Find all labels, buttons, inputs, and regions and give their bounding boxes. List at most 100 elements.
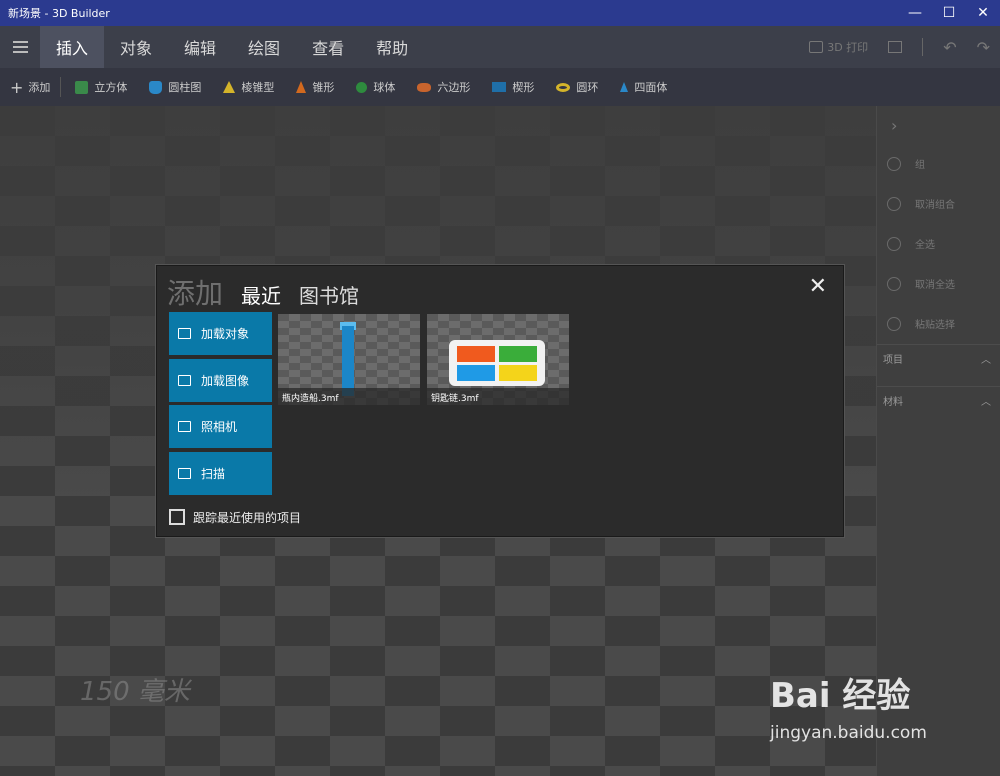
plus-icon: +	[10, 77, 24, 97]
recent-file-tile[interactable]: 钥匙链.3mf	[427, 314, 569, 405]
shape-toolbar: + 添加 立方体 圆柱图 棱锥型 锥形 球体 六边形 楔形 圆环 四面体	[0, 68, 1000, 106]
watermark-logo: Bai 经验	[770, 676, 911, 716]
shape-pyramid-button[interactable]: 棱锥型	[223, 79, 274, 95]
torus-icon	[556, 82, 571, 92]
shape-label: 六边形	[437, 81, 471, 94]
dialog-title-add: 添加	[167, 277, 224, 310]
redo-icon[interactable]: ↷	[977, 38, 990, 57]
dialog-close-icon[interactable]: ✕	[809, 274, 827, 299]
shape-hexagon-button[interactable]: 六边形	[417, 79, 470, 95]
pyramid-icon	[223, 81, 236, 93]
menu-bar: 插入 对象 编辑 绘图 查看 帮助 3D 打印 ↶ ↷	[0, 26, 1000, 68]
tab-recent[interactable]: 最近	[241, 280, 281, 309]
tetrahedron-icon	[620, 82, 629, 92]
ungroup-label: 取消组合	[915, 200, 955, 211]
scan-button[interactable]: 扫描	[169, 452, 272, 495]
shape-cylinder-button[interactable]: 圆柱图	[149, 79, 201, 95]
select-all-icon	[887, 236, 901, 251]
shape-label: 圆柱图	[168, 81, 202, 94]
watermark-url: jingyan.baidu.com	[770, 723, 927, 743]
group-label: 组	[915, 160, 925, 171]
ungroup-button[interactable]: 取消组合	[877, 196, 1000, 211]
shape-wedge-button[interactable]: 楔形	[492, 79, 534, 95]
window-title: 新场景 - 3D Builder	[8, 7, 110, 20]
shape-label: 四面体	[634, 81, 668, 94]
shape-sphere-button[interactable]: 球体	[356, 79, 395, 95]
tab-view[interactable]: 查看	[296, 26, 360, 68]
camera-label: 照相机	[201, 420, 238, 434]
shape-label: 棱锥型	[241, 81, 275, 94]
recent-file-name: 瓶内造船.3mf	[278, 388, 420, 405]
keychain-quad	[457, 365, 495, 381]
section-items[interactable]: 项目 ︿	[877, 344, 1000, 366]
shape-cube-button[interactable]: 立方体	[75, 79, 127, 95]
paste-selection-button[interactable]: 粘贴选择	[877, 316, 1000, 331]
tab-insert[interactable]: 插入	[40, 26, 105, 68]
shape-cone-button[interactable]: 锥形	[296, 79, 334, 95]
shape-tetrahedron-button[interactable]: 四面体	[620, 79, 667, 95]
undo-icon[interactable]: ↶	[943, 38, 956, 57]
shape-label: 立方体	[94, 81, 128, 94]
recent-file-name: 钥匙链.3mf	[427, 388, 569, 405]
shape-label: 球体	[373, 81, 396, 94]
select-all-label: 全选	[915, 240, 935, 251]
minimize-button[interactable]: —	[898, 0, 932, 26]
print-3d-label: 3D 打印	[827, 41, 869, 54]
camera-icon	[178, 421, 191, 432]
hamburger-menu-icon[interactable]	[0, 26, 40, 68]
baidu-watermark: Bai 经验 jingyan.baidu.com	[770, 668, 927, 743]
tab-draw[interactable]: 绘图	[232, 26, 296, 68]
cone-icon	[296, 81, 307, 93]
add-button[interactable]: + 添加	[0, 77, 62, 97]
group-icon	[887, 156, 901, 171]
chevron-right-icon[interactable]: ›	[891, 116, 897, 135]
section-materials[interactable]: 材料 ︿	[877, 386, 1000, 408]
deselect-all-button[interactable]: 取消全选	[877, 276, 1000, 291]
track-recent-checkbox[interactable]	[169, 509, 185, 525]
sphere-icon	[356, 81, 368, 93]
add-label: 添加	[28, 81, 51, 94]
shape-torus-button[interactable]: 圆环	[556, 79, 598, 95]
recent-file-tile[interactable]: 瓶内造船.3mf	[278, 314, 420, 405]
tab-object[interactable]: 对象	[104, 26, 168, 68]
chevron-up-icon: ︿	[981, 355, 991, 366]
maximize-button[interactable]: ☐	[932, 0, 966, 26]
add-dialog: 添加 最近 图书馆 ✕ 加载对象 加载图像 照相机 扫描 瓶内造船.3mf 钥匙…	[156, 265, 844, 537]
ship-model-preview	[342, 326, 354, 396]
deselect-all-label: 取消全选	[915, 280, 955, 291]
keychain-quad	[499, 365, 537, 381]
track-recent-label: 跟踪最近使用的项目	[193, 511, 302, 525]
deselect-all-icon	[887, 276, 901, 291]
paste-icon	[887, 316, 901, 331]
close-window-button[interactable]: ✕	[966, 0, 1000, 26]
camera-button[interactable]: 照相机	[169, 405, 272, 448]
load-image-button[interactable]: 加载图像	[169, 359, 272, 402]
load-object-button[interactable]: 加载对象	[169, 312, 272, 355]
shape-label: 楔形	[512, 81, 535, 94]
load-image-label: 加载图像	[201, 374, 250, 388]
ungroup-icon	[887, 196, 901, 211]
image-icon	[178, 375, 191, 386]
tab-help[interactable]: 帮助	[360, 26, 424, 68]
shape-label: 圆环	[576, 81, 599, 94]
keychain-quad	[499, 346, 537, 362]
shape-label: 锥形	[312, 81, 335, 94]
select-all-button[interactable]: 全选	[877, 236, 1000, 251]
load-object-label: 加载对象	[201, 327, 250, 341]
tab-library[interactable]: 图书馆	[299, 280, 359, 309]
separator	[922, 38, 924, 56]
title-bar: 新场景 - 3D Builder — ☐ ✕	[0, 0, 1000, 26]
group-button[interactable]: 组	[877, 156, 1000, 171]
share-icon[interactable]	[888, 41, 903, 53]
section-materials-label: 材料	[883, 397, 903, 408]
tab-edit[interactable]: 编辑	[168, 26, 232, 68]
keychain-model-preview	[449, 340, 545, 386]
print-3d-button[interactable]: 3D 打印	[809, 39, 868, 55]
paste-selection-label: 粘贴选择	[915, 320, 955, 331]
cylinder-icon	[149, 80, 163, 94]
keychain-quad	[457, 346, 495, 362]
printer-icon	[809, 41, 824, 53]
folder-icon	[178, 328, 191, 339]
hexagon-icon	[417, 82, 432, 92]
section-items-label: 项目	[883, 355, 903, 366]
